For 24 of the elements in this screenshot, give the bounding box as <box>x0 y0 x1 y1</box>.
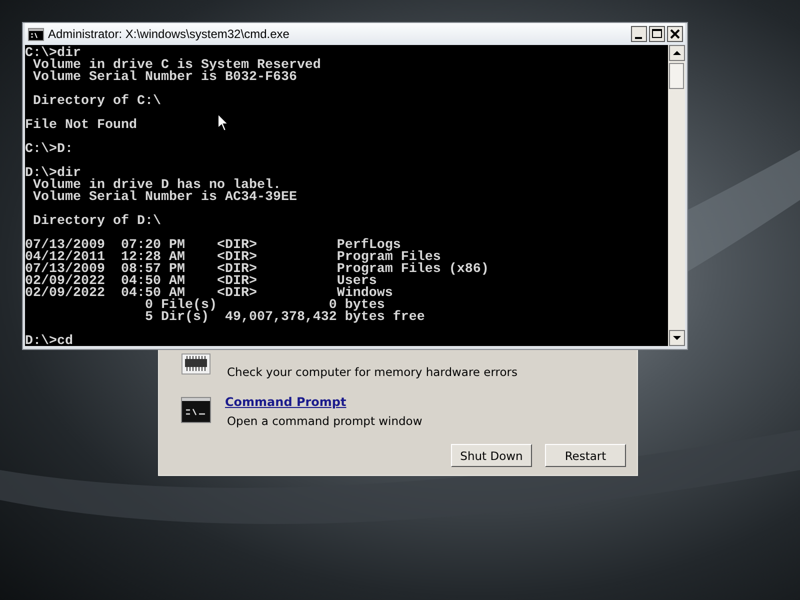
mouse-pointer-icon <box>217 113 229 132</box>
console-line: C:\>D: <box>25 144 73 156</box>
scroll-thumb[interactable] <box>669 63 684 89</box>
console-window-icon <box>28 28 44 40</box>
tool-description: Open a command prompt window <box>227 414 422 428</box>
console-line: D:\>cd <box>25 336 73 348</box>
maximize-icon <box>649 26 665 42</box>
console-line: Directory of D:\ <box>32 216 161 228</box>
minimize-icon <box>631 26 647 42</box>
console-line: Directory of C:\ <box>32 96 161 108</box>
console-line: Volume Serial Number is B032-F636 <box>32 72 297 84</box>
close-icon <box>667 26 683 42</box>
console-window-icon <box>181 397 211 423</box>
scrollbar[interactable] <box>668 45 685 346</box>
dialog-button[interactable]: Shut Down <box>451 444 532 467</box>
memory-chip-icon <box>181 353 211 375</box>
tool-link[interactable]: Command Prompt <box>225 395 422 409</box>
window-title: Administrator: X:\windows\system32\cmd.exe <box>48 27 290 41</box>
console-line: 5 Dir(s) 49,007,378,432 bytes free <box>144 312 425 324</box>
console-line: Volume Serial Number is AC34-39EE <box>32 192 297 204</box>
dialog-button[interactable]: Restart <box>545 444 626 467</box>
console-line: File Not Found <box>25 120 137 132</box>
console-line: 0 File(s) 0 bytes <box>144 300 385 312</box>
tool-description: Check your computer for memory hardware errors <box>227 365 518 379</box>
